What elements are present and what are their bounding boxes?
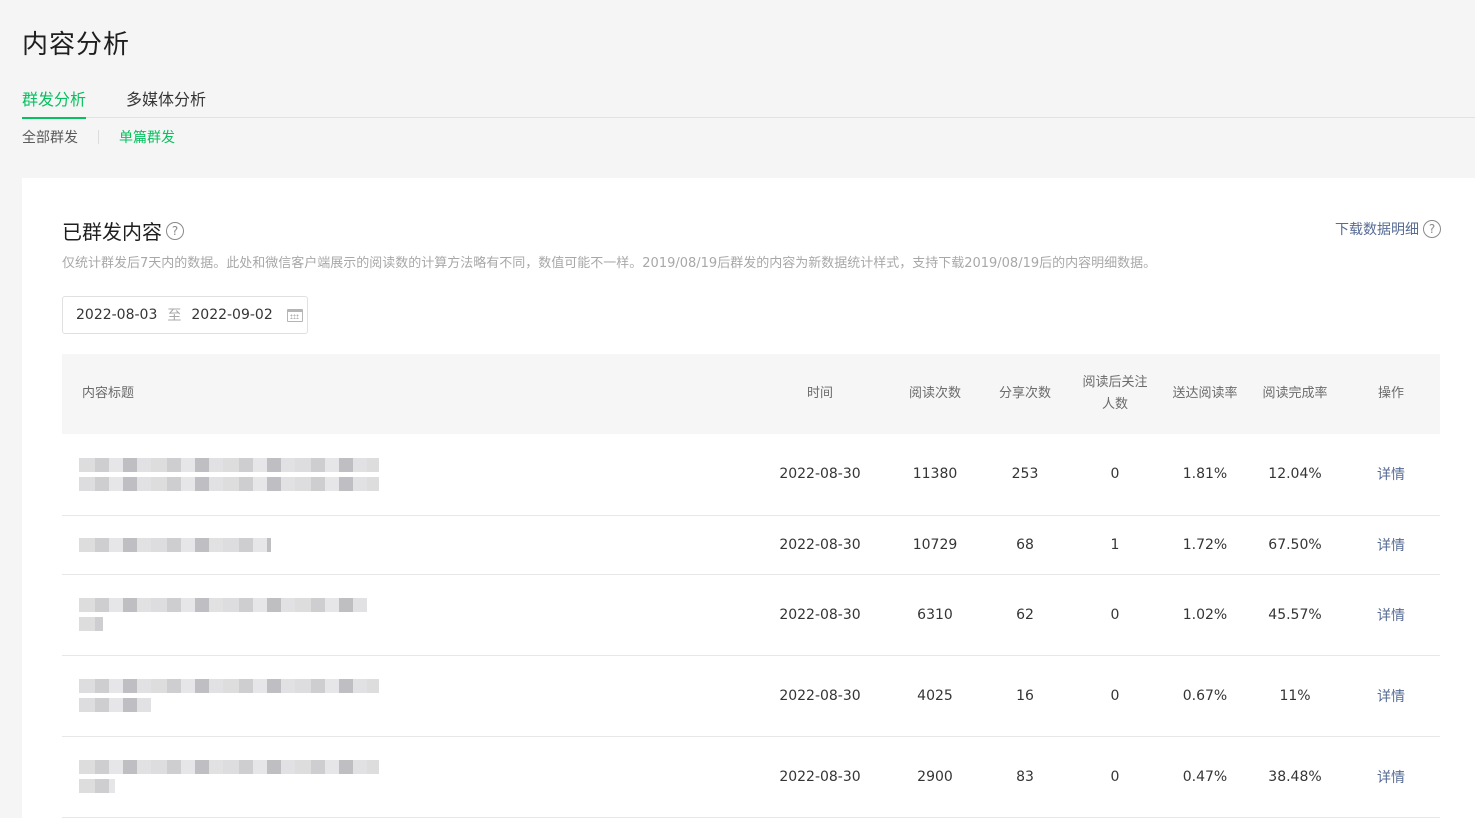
details-link[interactable]: 详情 (1377, 467, 1405, 483)
row-completion-rate: 67.50% (1268, 536, 1322, 553)
row-delivery-rate: 1.81% (1182, 466, 1228, 483)
date-end[interactable]: 2022-09-02 (191, 307, 272, 323)
column-header-completion-rate: 阅读完成率 (1262, 386, 1328, 401)
table-row: 2022-08-30 11380 253 0 1.81% 12.04% 详情 (62, 434, 1440, 515)
row-shares: 62 (1016, 606, 1034, 623)
row-title-blurred[interactable] (62, 515, 752, 574)
date-start[interactable]: 2022-08-03 (76, 307, 157, 323)
row-follows: 0 (1110, 466, 1120, 483)
row-title-blurred[interactable] (62, 736, 752, 817)
date-separator: 至 (167, 308, 182, 324)
question-circle-icon[interactable]: ? (166, 221, 184, 240)
blurred-text (79, 537, 271, 552)
card-title: 已群发内容 ? (62, 216, 184, 245)
blurred-text (79, 760, 379, 774)
sub-tabs: 全部群发 单篇群发 (22, 127, 175, 147)
download-details-link[interactable]: 下载数据明细 ? (1335, 219, 1441, 239)
row-action: 详情 (1342, 515, 1440, 574)
row-follows: 0 (1110, 768, 1120, 785)
row-reads: 11380 (912, 466, 958, 483)
row-reads: 6310 (917, 606, 953, 623)
row-action: 详情 (1342, 574, 1440, 655)
column-header-reads: 阅读次数 (908, 386, 961, 401)
row-time: 2022-08-30 (779, 687, 861, 704)
table-row: 2022-08-30 2900 83 0 0.47% 38.48% 详情 (62, 736, 1440, 817)
row-title-blurred[interactable] (62, 655, 752, 736)
row-action: 详情 (1342, 655, 1440, 736)
blurred-text (79, 698, 151, 712)
blurred-text (79, 617, 103, 631)
row-shares: 83 (1016, 768, 1034, 785)
row-completion-rate: 11% (1279, 687, 1311, 704)
row-reads: 10729 (912, 536, 958, 553)
details-link[interactable]: 详情 (1377, 608, 1405, 624)
row-shares: 16 (1016, 687, 1034, 704)
row-delivery-rate: 0.47% (1182, 768, 1228, 785)
download-details-label[interactable]: 下载数据明细 (1335, 219, 1419, 239)
table-row: 2022-08-30 10729 68 1 1.72% 67.50% 详情 (62, 515, 1440, 574)
tab-mass-send-analysis[interactable]: 群发分析 (22, 88, 87, 119)
row-time: 2022-08-30 (779, 768, 861, 785)
row-time: 2022-08-30 (779, 606, 861, 623)
card-description: 仅统计群发后7天内的数据。此处和微信客户端展示的阅读数的计算方法略有不同，数值可… (62, 256, 1157, 271)
row-follows: 1 (1110, 536, 1120, 553)
column-header-shares: 分享次数 (998, 386, 1051, 401)
row-time: 2022-08-30 (779, 466, 861, 483)
subtab-divider (98, 130, 99, 144)
row-follows: 0 (1110, 687, 1120, 704)
row-reads: 2900 (917, 768, 953, 785)
content-table: 内容标题 时间 阅读次数 分享次数 阅读后关注人数 送达阅读率 阅读完成率 操作… (62, 354, 1440, 818)
row-delivery-rate: 0.67% (1182, 687, 1228, 704)
main-tabs: 群发分析 多媒体分析 (22, 88, 1475, 119)
column-header-follows: 阅读后关注人数 (1068, 354, 1162, 434)
subtab-single-mass-send[interactable]: 单篇群发 (119, 127, 175, 147)
row-action: 详情 (1342, 736, 1440, 817)
subtab-all-mass-send[interactable]: 全部群发 (22, 127, 78, 147)
blurred-text (79, 779, 115, 793)
details-link[interactable]: 详情 (1377, 538, 1405, 554)
row-shares: 68 (1016, 536, 1034, 553)
content-card: 已群发内容 ? 下载数据明细 ? 仅统计群发后7天内的数据。此处和微信客户端展示… (22, 178, 1475, 818)
details-link[interactable]: 详情 (1377, 770, 1405, 786)
row-action: 详情 (1342, 434, 1440, 515)
card-title-text: 已群发内容 (62, 220, 162, 244)
table-row: 2022-08-30 4025 16 0 0.67% 11% 详情 (62, 655, 1440, 736)
page-title: 内容分析 (22, 30, 131, 60)
table-row: 2022-08-30 6310 62 0 1.02% 45.57% 详情 (62, 574, 1440, 655)
blurred-text (79, 679, 379, 693)
column-header-time: 时间 (806, 386, 833, 401)
column-header-title: 内容标题 (82, 386, 135, 401)
row-title-blurred[interactable] (62, 434, 752, 515)
row-completion-rate: 12.04% (1268, 466, 1322, 483)
row-delivery-rate: 1.02% (1182, 606, 1228, 623)
column-header-action: 操作 (1377, 386, 1404, 401)
date-range-picker[interactable]: 2022-08-03 至 2022-09-02 (62, 296, 308, 334)
row-delivery-rate: 1.72% (1182, 536, 1228, 553)
blurred-text (79, 598, 367, 612)
calendar-icon[interactable] (286, 308, 303, 322)
row-completion-rate: 45.57% (1268, 606, 1322, 623)
row-shares: 253 (1011, 466, 1039, 483)
row-title-blurred[interactable] (62, 574, 752, 655)
column-header-follows-label: 阅读后关注人数 (1082, 375, 1148, 412)
tab-multimedia-analysis[interactable]: 多媒体分析 (126, 88, 206, 118)
blurred-text (79, 457, 379, 472)
row-time: 2022-08-30 (779, 536, 861, 553)
row-follows: 0 (1110, 606, 1120, 623)
row-completion-rate: 38.48% (1268, 768, 1322, 785)
table-header-row: 内容标题 时间 阅读次数 分享次数 阅读后关注人数 送达阅读率 阅读完成率 操作 (62, 354, 1440, 434)
column-header-delivery-rate: 送达阅读率 (1172, 386, 1238, 401)
blurred-text (79, 476, 379, 491)
details-link[interactable]: 详情 (1377, 689, 1405, 705)
question-circle-icon[interactable]: ? (1423, 220, 1441, 238)
row-reads: 4025 (917, 687, 953, 704)
